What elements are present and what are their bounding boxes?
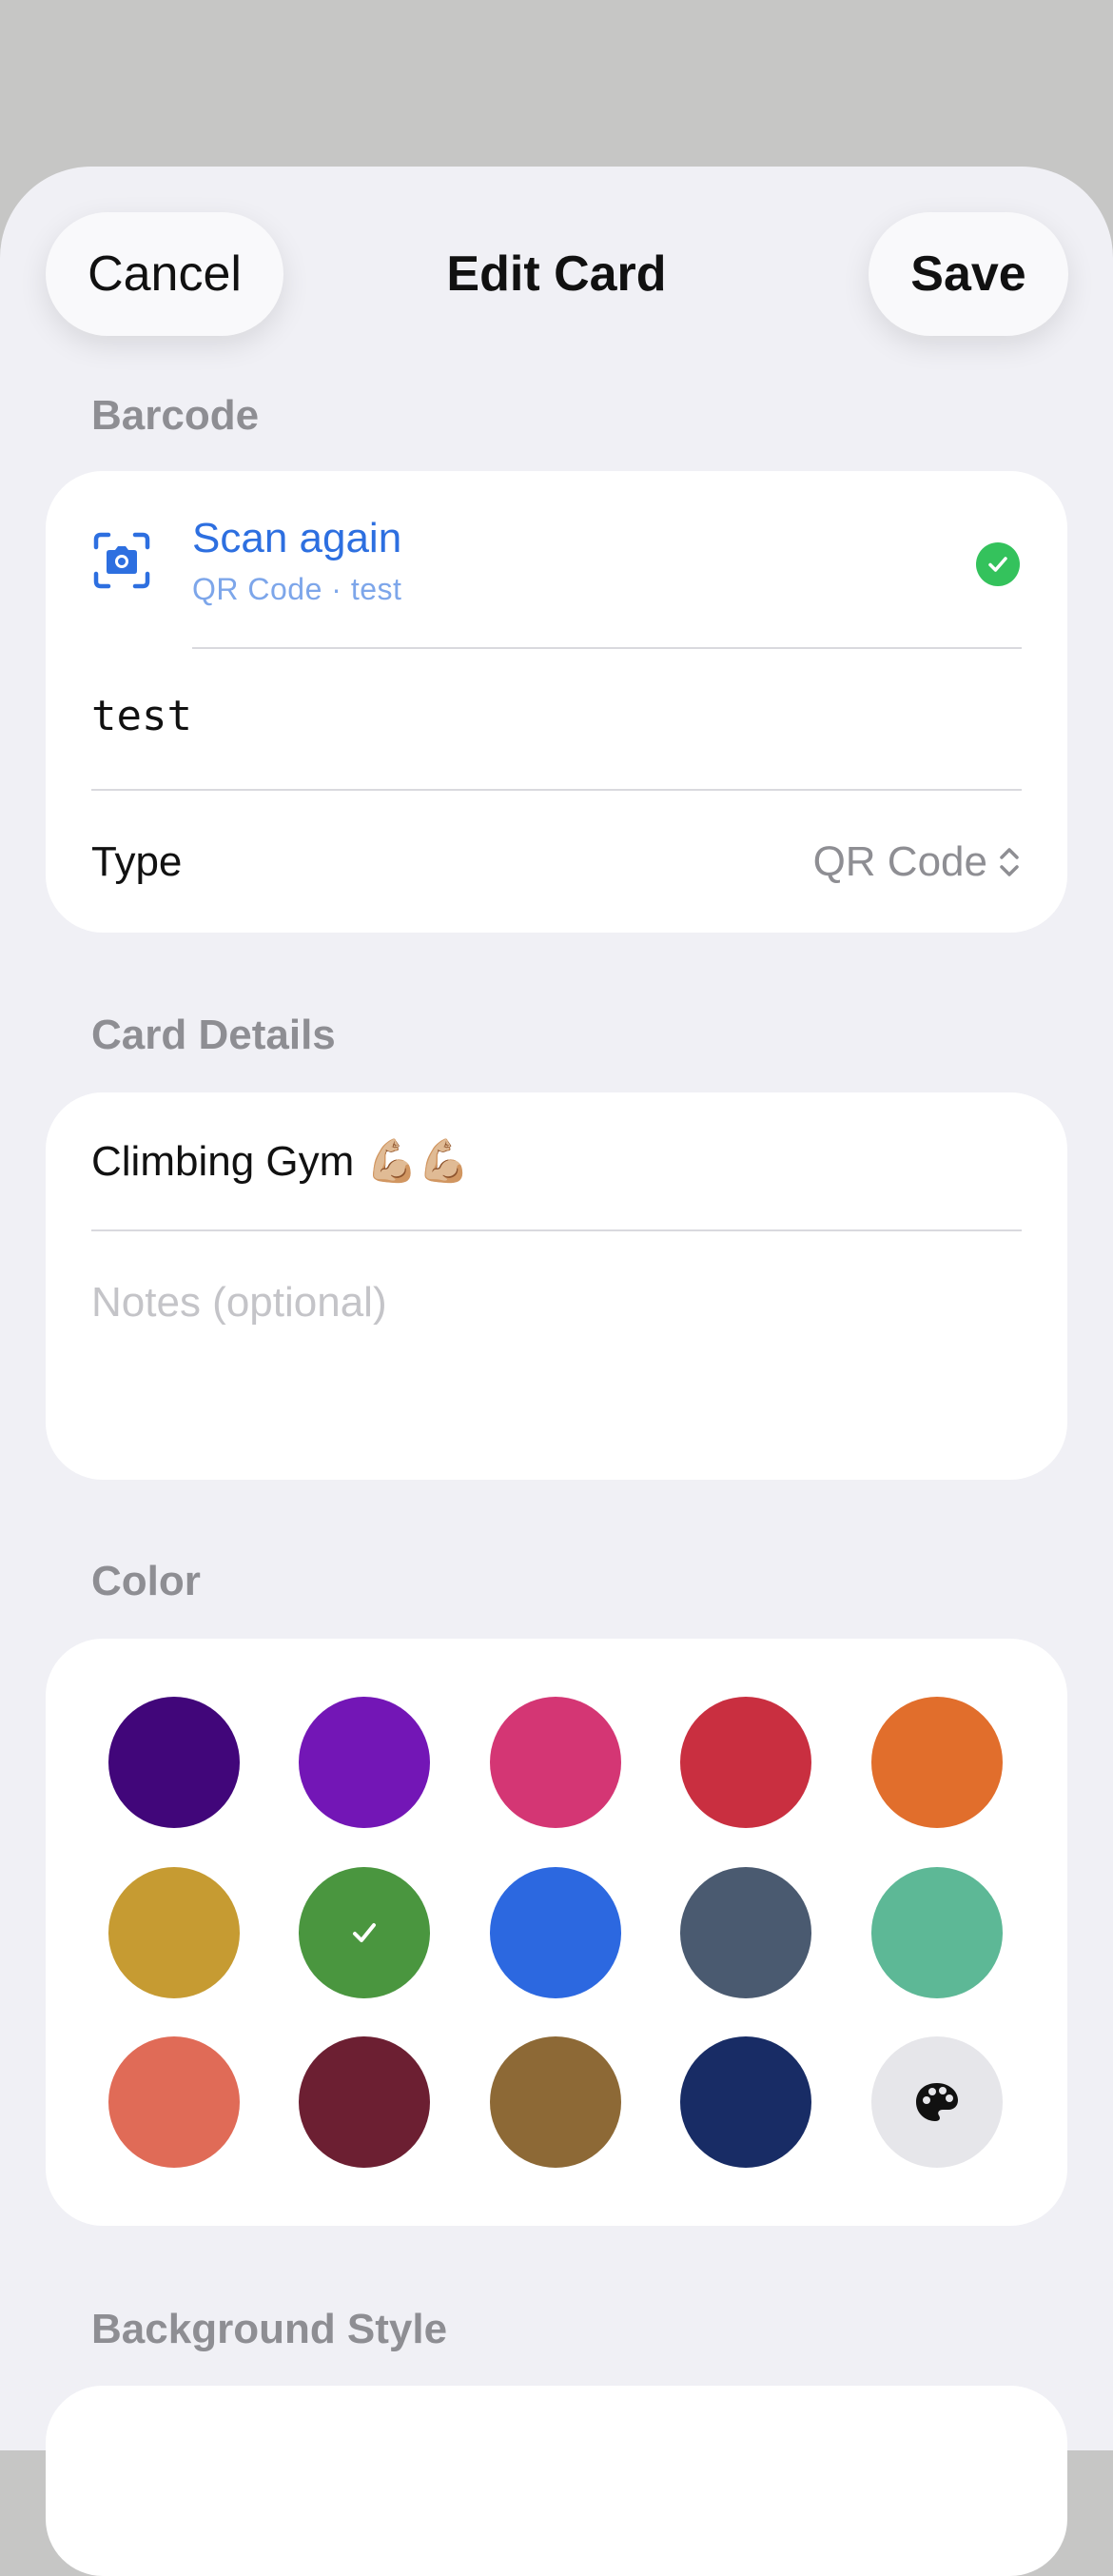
color-swatch[interactable] [680, 2036, 811, 2168]
checkmark-icon [976, 542, 1020, 586]
checkmark-icon [353, 1923, 376, 1942]
camera-scan-icon [93, 532, 150, 589]
background-style-section-header: Background Style [91, 2306, 448, 2352]
color-swatch[interactable] [490, 2036, 621, 2168]
card-name-field[interactable]: Climbing Gym 💪🏼💪🏼 [91, 1136, 470, 1186]
card-details-card: Climbing Gym 💪🏼💪🏼 Notes (optional) [46, 1092, 1067, 1480]
color-swatch[interactable] [871, 1867, 1003, 1998]
color-swatch[interactable] [108, 2036, 240, 2168]
color-swatch[interactable] [108, 1867, 240, 1998]
color-swatch[interactable] [299, 2036, 430, 2168]
background-style-card [46, 2386, 1067, 2576]
color-swatch[interactable] [299, 1867, 430, 1998]
custom-color-swatch[interactable] [871, 2036, 1003, 2168]
palette-icon [916, 2083, 958, 2121]
save-button[interactable]: Save [869, 212, 1068, 336]
color-swatch[interactable] [680, 1697, 811, 1828]
color-swatch[interactable] [490, 1867, 621, 1998]
color-swatch[interactable] [871, 1697, 1003, 1828]
color-swatch[interactable] [299, 1697, 430, 1828]
type-picker[interactable]: QR Code [813, 838, 1022, 886]
divider [91, 789, 1022, 791]
cancel-button[interactable]: Cancel [46, 212, 283, 336]
color-swatch[interactable] [490, 1697, 621, 1828]
notes-field[interactable]: Notes (optional) [91, 1279, 387, 1327]
scan-again-label: Scan again [192, 515, 402, 561]
scan-subtitle: QR Code · test [192, 572, 402, 606]
color-section-header: Color [91, 1558, 201, 1604]
color-card [46, 1639, 1067, 2226]
color-swatch[interactable] [108, 1697, 240, 1828]
barcode-card: Scan again QR Code · test test Type QR C… [46, 471, 1067, 933]
chevron-up-down-icon [1000, 848, 1019, 876]
type-label: Type [91, 838, 183, 885]
barcode-value-field[interactable]: test [91, 692, 192, 740]
scan-again-row[interactable]: Scan again QR Code · test [46, 471, 1067, 647]
card-details-section-header: Card Details [91, 1012, 336, 1058]
barcode-section-header: Barcode [91, 392, 260, 439]
color-swatch[interactable] [680, 1867, 811, 1998]
divider [91, 1229, 1022, 1231]
divider [192, 647, 1022, 649]
type-value: QR Code [812, 838, 987, 885]
